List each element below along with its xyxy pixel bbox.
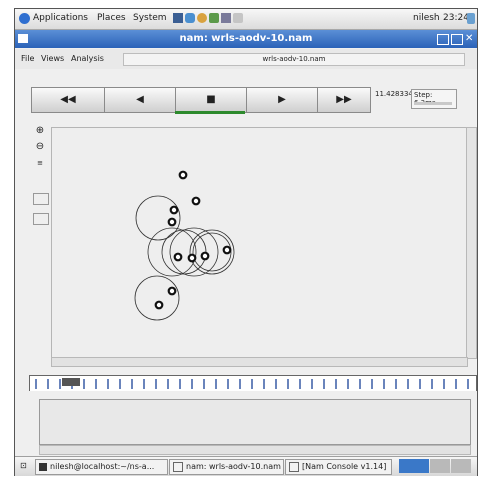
terminal-icon[interactable] — [221, 13, 231, 23]
menu-bar: File Views Analysis wrls-aodv-10.nam — [15, 49, 477, 69]
views-menu[interactable]: Views — [41, 54, 64, 63]
step-slider[interactable] — [414, 102, 452, 105]
show-desktop-icon[interactable]: ⊡ — [17, 459, 30, 473]
volume-icon[interactable] — [467, 13, 475, 24]
range-circle — [169, 227, 219, 277]
workspace-3[interactable] — [451, 459, 471, 473]
workspace-2[interactable] — [430, 459, 450, 473]
node[interactable] — [173, 252, 183, 262]
analysis-menu[interactable]: Analysis — [71, 54, 104, 63]
playback-controls: ◀◀ ◀ ■ ▶ ▶▶ 11.428334 Step: 6.3ms — [15, 87, 477, 115]
annotation-panel[interactable] — [39, 399, 471, 445]
node[interactable] — [169, 205, 179, 215]
terminal-icon — [39, 462, 47, 471]
taskbar-item-terminal[interactable]: nilesh@localhost:~/ns-a... — [35, 459, 168, 475]
time-ruler — [30, 377, 476, 391]
time-slider-thumb[interactable] — [62, 378, 80, 386]
launcher-icon[interactable] — [173, 13, 183, 23]
range-circle — [134, 275, 180, 321]
node[interactable] — [191, 196, 201, 206]
window-icon — [289, 461, 299, 472]
step-control[interactable]: Step: 6.3ms — [411, 89, 457, 109]
foot-icon[interactable] — [19, 13, 30, 24]
fast-forward-button[interactable]: ▶▶ — [317, 87, 371, 113]
file-menu[interactable]: File — [21, 54, 34, 63]
play-button[interactable]: ▶ — [246, 87, 318, 113]
maximize-icon[interactable] — [451, 34, 463, 45]
taskbar-item-nam[interactable]: nam: wrls-aodv-10.nam — [169, 459, 284, 475]
annotation-scrollbar[interactable] — [39, 445, 471, 455]
window-title: nam: wrls-aodv-10.nam — [179, 33, 313, 44]
node[interactable] — [167, 286, 177, 296]
node[interactable] — [187, 253, 197, 263]
node[interactable] — [222, 245, 232, 255]
taskbar: ⊡ nilesh@localhost:~/ns-a... nam: wrls-a… — [15, 456, 477, 476]
clock[interactable]: 23:24 — [443, 13, 469, 23]
slider-icon[interactable] — [33, 213, 49, 225]
rewind-button[interactable]: ◀◀ — [31, 87, 105, 113]
canvas-vertical-scrollbar[interactable] — [466, 127, 477, 359]
browser-icon[interactable] — [185, 13, 195, 23]
node[interactable] — [178, 170, 188, 180]
mail-icon[interactable] — [197, 13, 207, 23]
window-titlebar[interactable]: nam: wrls-aodv-10.nam ✕ — [15, 30, 477, 48]
close-icon[interactable]: ✕ — [465, 33, 473, 44]
zoom-out-icon[interactable]: ⊖ — [33, 141, 47, 153]
range-circle — [161, 229, 207, 275]
canvas-horizontal-scrollbar[interactable] — [51, 357, 468, 367]
user-name[interactable]: nilesh — [413, 13, 440, 23]
node[interactable] — [167, 217, 177, 227]
edit-icon[interactable]: ≡ — [33, 157, 47, 169]
node[interactable] — [154, 300, 164, 310]
editor-icon[interactable] — [209, 13, 219, 23]
topology-view — [134, 170, 235, 321]
screen-frame: Applications Places System nilesh 23:24 … — [14, 8, 478, 476]
nam-file-name: wrls-aodv-10.nam — [123, 53, 465, 66]
gnome-panel: Applications Places System nilesh 23:24 — [15, 9, 477, 30]
sim-time: 11.428334 — [375, 90, 413, 98]
step-back-button[interactable]: ◀ — [104, 87, 176, 113]
time-slider[interactable] — [29, 375, 477, 391]
minimize-icon[interactable] — [437, 34, 449, 45]
active-indicator — [175, 111, 245, 114]
taskbar-item-console[interactable]: [Nam Console v1.14] — [285, 459, 392, 475]
app-icon[interactable] — [233, 13, 243, 23]
network-canvas[interactable] — [51, 127, 468, 359]
workspace-1[interactable] — [399, 459, 429, 473]
window-icon — [173, 461, 183, 472]
slider-icon[interactable] — [33, 193, 49, 205]
applications-menu[interactable]: Applications — [33, 13, 88, 23]
places-menu[interactable]: Places — [97, 13, 126, 23]
system-menu[interactable]: System — [133, 13, 167, 23]
tool-sidebar: ⊕ ⊖ ≡ — [29, 125, 51, 255]
stop-button[interactable]: ■ — [175, 87, 247, 113]
zoom-in-icon[interactable]: ⊕ — [33, 125, 47, 137]
node[interactable] — [200, 251, 210, 261]
